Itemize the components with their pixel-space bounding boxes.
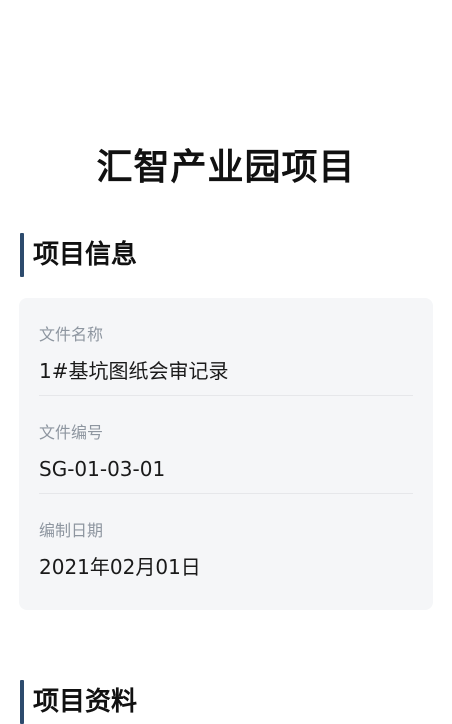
file-name-value: 1#基坑图纸会审记录 [39, 359, 229, 383]
section-header-project-files: 项目资料 [20, 680, 137, 724]
project-info-card: 文件名称 1#基坑图纸会审记录 文件编号 SG-01-03-01 编制日期 20… [19, 298, 433, 610]
section-title-project-info: 项目信息 [33, 240, 138, 270]
info-row-file-number: 文件编号 SG-01-03-01 [39, 396, 413, 494]
info-row-file-name: 文件名称 1#基坑图纸会审记录 [39, 298, 413, 396]
file-name-label: 文件名称 [39, 325, 104, 344]
section-title-project-files: 项目资料 [33, 687, 138, 717]
prepared-date-value: 2021年02月01日 [39, 555, 201, 579]
section-accent-bar [20, 233, 24, 277]
section-header-project-info: 项目信息 [20, 233, 137, 277]
info-row-prepared-date: 编制日期 2021年02月01日 [39, 494, 413, 592]
prepared-date-label: 编制日期 [39, 521, 104, 540]
file-number-value: SG-01-03-01 [39, 457, 166, 481]
section-accent-bar [20, 680, 24, 724]
file-number-label: 文件编号 [39, 423, 104, 442]
page-title: 汇智产业园项目 [96, 147, 356, 188]
